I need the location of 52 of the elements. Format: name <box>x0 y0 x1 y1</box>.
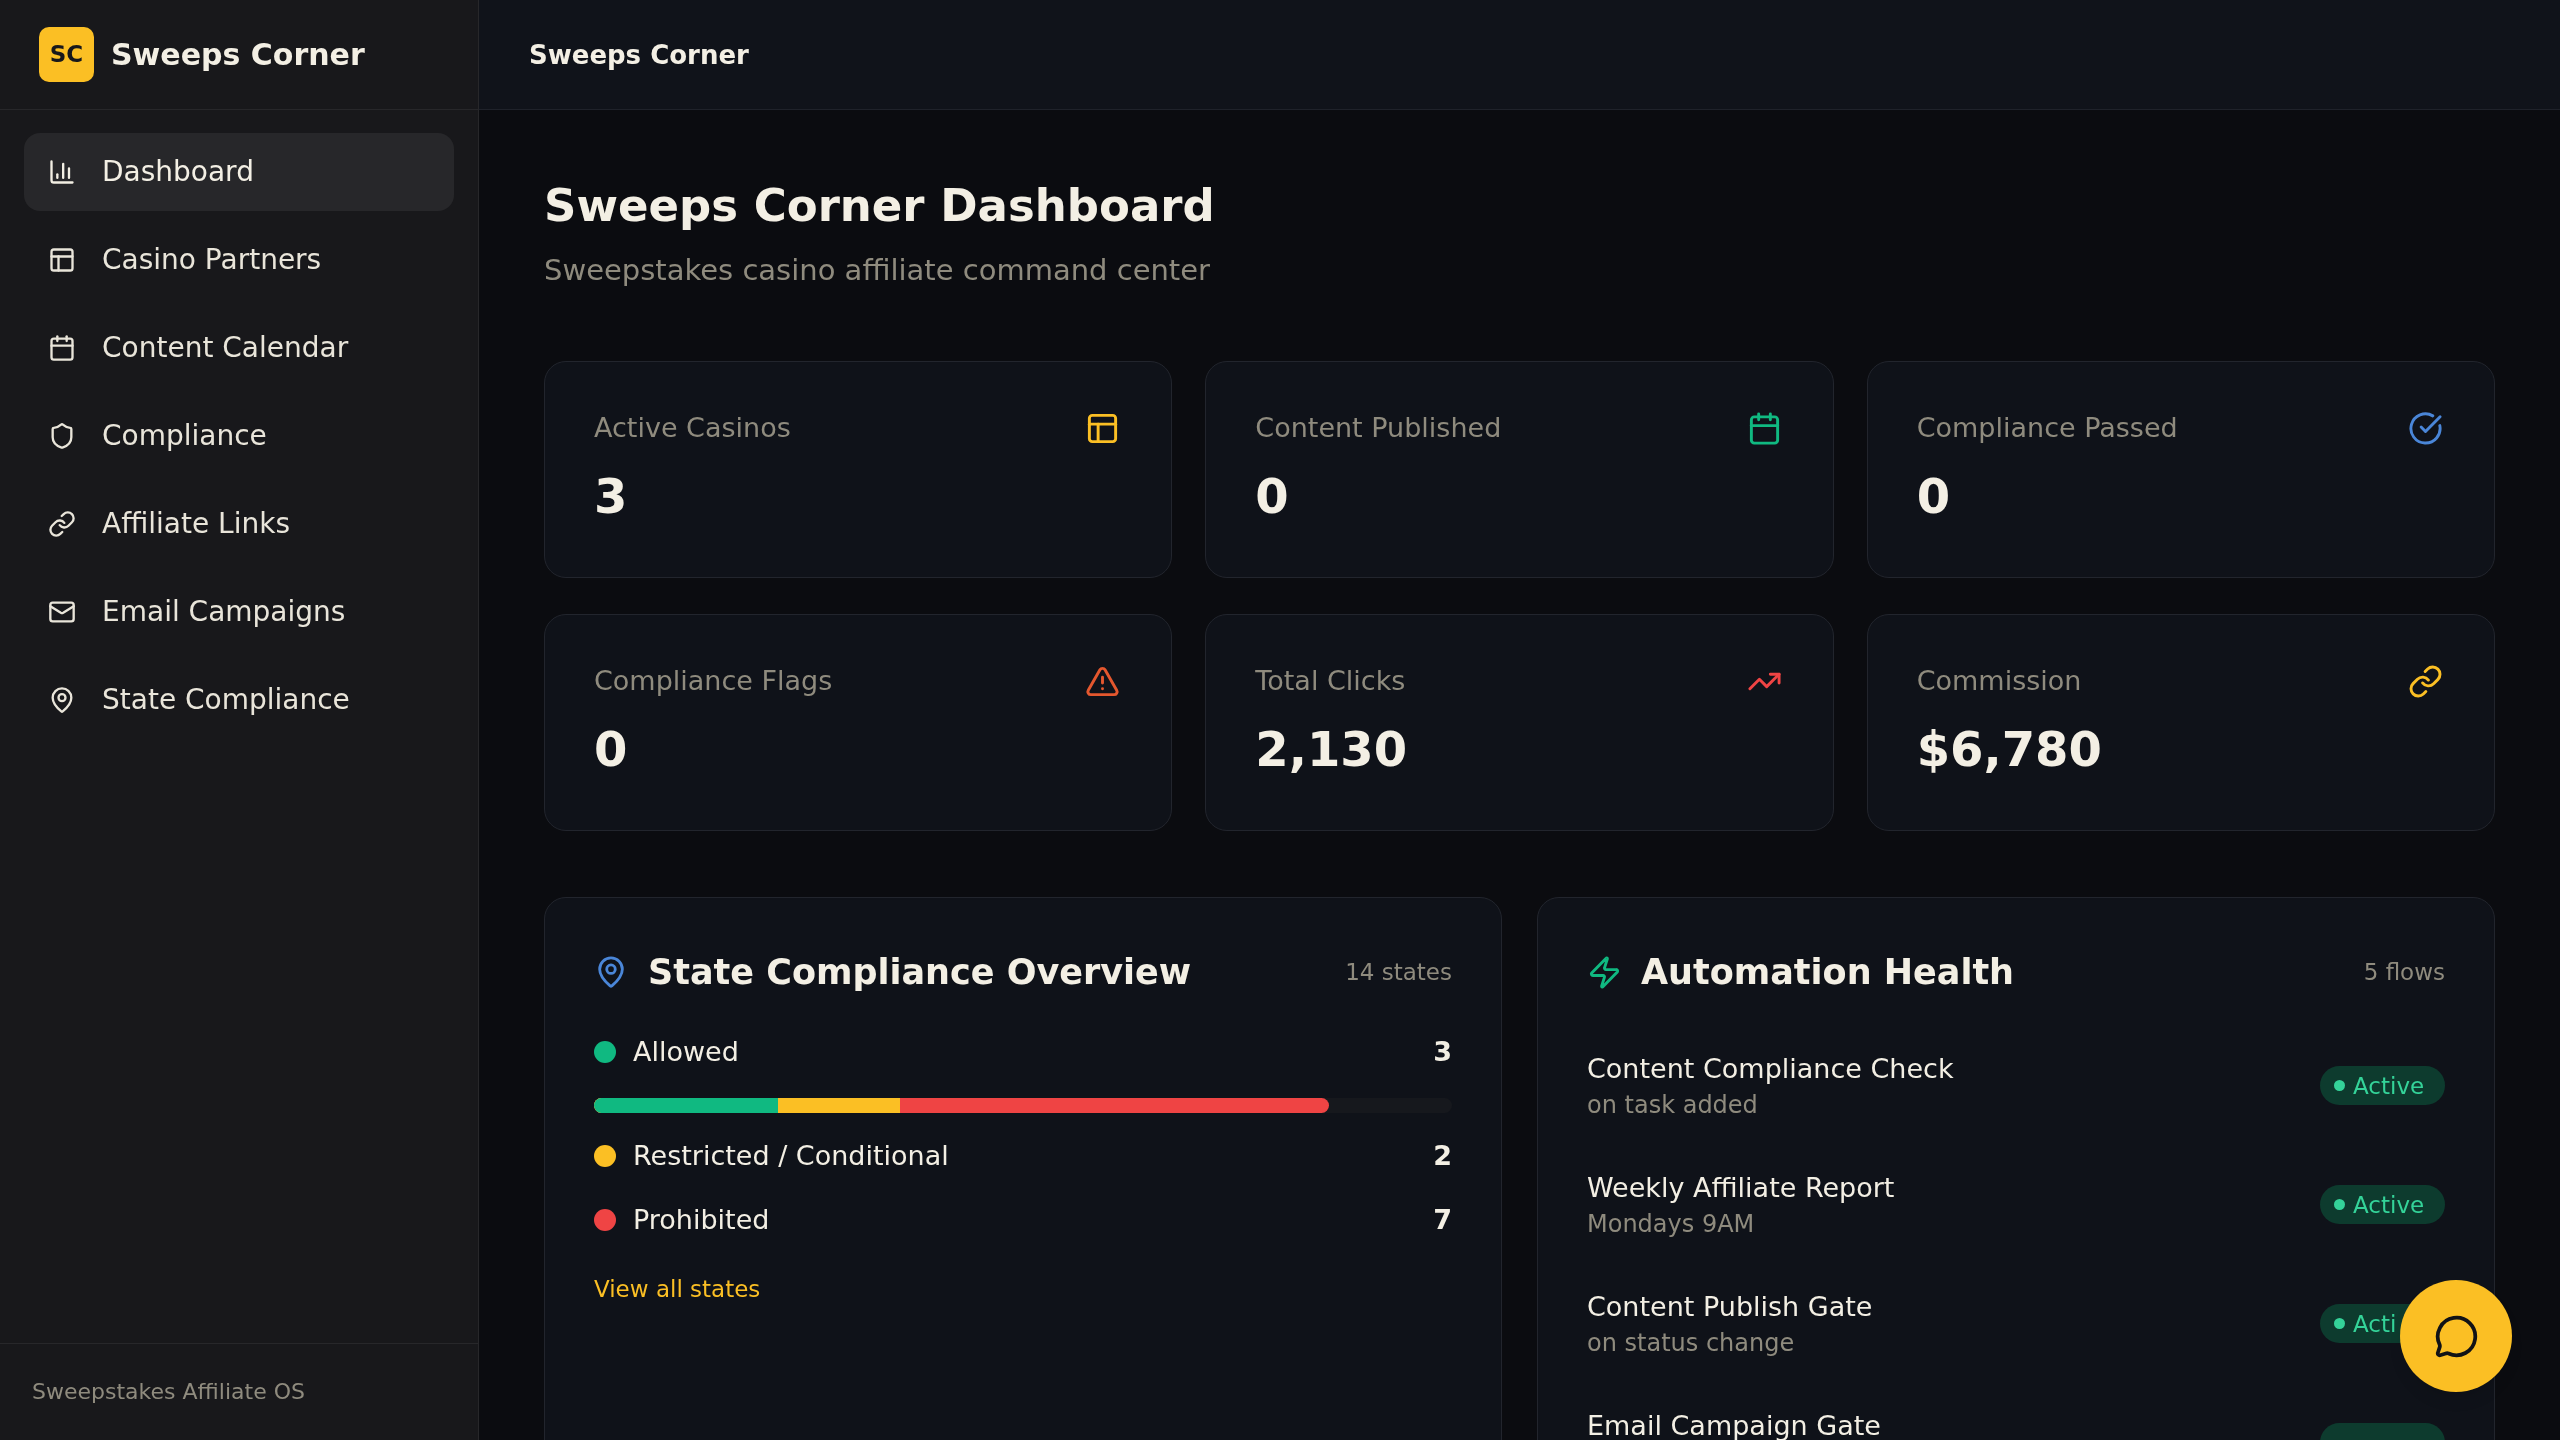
category-label: Restricted / Conditional <box>633 1139 949 1173</box>
sidebar-item[interactable]: Content Calendar <box>24 309 454 387</box>
sidebar-item[interactable]: Casino Partners <box>24 221 454 299</box>
view-all-link[interactable]: View all states <box>594 1273 761 1305</box>
panel-title: State Compliance Overview <box>648 951 1192 994</box>
category-count: 3 <box>1433 1035 1452 1069</box>
flow-trigger: Mondays 9AM <box>1587 1209 1756 1240</box>
chat-bubble-icon <box>2433 1313 2479 1359</box>
stat-value: 3 <box>594 467 629 525</box>
sidebar-item[interactable]: Compliance <box>24 397 454 475</box>
category-label: Allowed <box>633 1035 739 1069</box>
bar-chart-icon <box>48 158 76 186</box>
app-name: Sweeps Corner <box>111 35 365 74</box>
stat-value: $6,780 <box>1916 720 2103 778</box>
sidebar-item[interactable]: State Compliance <box>24 661 454 739</box>
flow-trigger: on status change <box>1587 1328 1796 1359</box>
page-title: Sweeps Corner Dashboard <box>544 179 1216 233</box>
link-icon <box>48 510 76 538</box>
header-title: Sweeps Corner <box>529 38 749 72</box>
logo-mark: SC <box>39 27 94 82</box>
sidebar-item[interactable]: Affiliate Links <box>24 485 454 563</box>
stat-label: Compliance Flags <box>594 664 833 698</box>
flow-name: Email Campaign Gate <box>1587 1409 1881 1440</box>
stat-label: Active Casinos <box>594 411 791 445</box>
stat-value: 0 <box>594 720 629 778</box>
flow-name: Content Publish Gate <box>1587 1290 1873 1324</box>
sidebar-item[interactable]: Email Campaigns <box>24 573 454 651</box>
layout-icon <box>48 246 76 274</box>
status-label: Active <box>2353 1190 2425 1220</box>
panel-title: Automation Health <box>1641 951 2015 994</box>
page-subtitle: Sweepstakes casino affiliate command center <box>544 252 1211 289</box>
category-count: 2 <box>1433 1139 1452 1173</box>
category-label: Prohibited <box>633 1203 770 1237</box>
flow-name: Content Compliance Check <box>1587 1052 1954 1086</box>
stat-label: Total Clicks <box>1255 664 1406 698</box>
lightning-icon <box>1587 954 1622 990</box>
stat-value: 2,130 <box>1255 720 1409 778</box>
stat-label: Commission <box>1916 664 2082 698</box>
calendar-icon <box>48 334 76 362</box>
status-label: Acti <box>2353 1309 2397 1339</box>
stat-value: 0 <box>1255 467 1290 525</box>
stat-label: Compliance Passed <box>1916 411 2178 445</box>
state-count: 14 states <box>1345 958 1452 987</box>
flow-trigger: on task added <box>1587 1090 1759 1121</box>
stat-value: 0 <box>1916 467 1952 525</box>
flow-count: 5 flows <box>2363 958 2445 987</box>
flow-name: Weekly Affiliate Report <box>1587 1171 1895 1205</box>
sidebar-item[interactable]: Dashboard <box>24 133 454 211</box>
status-label: Active <box>2353 1071 2425 1101</box>
category-count: 7 <box>1433 1203 1452 1237</box>
stat-label: Content Published <box>1255 411 1502 445</box>
sidebar-footer-text: Sweepstakes Affiliate OS <box>32 1378 305 1406</box>
